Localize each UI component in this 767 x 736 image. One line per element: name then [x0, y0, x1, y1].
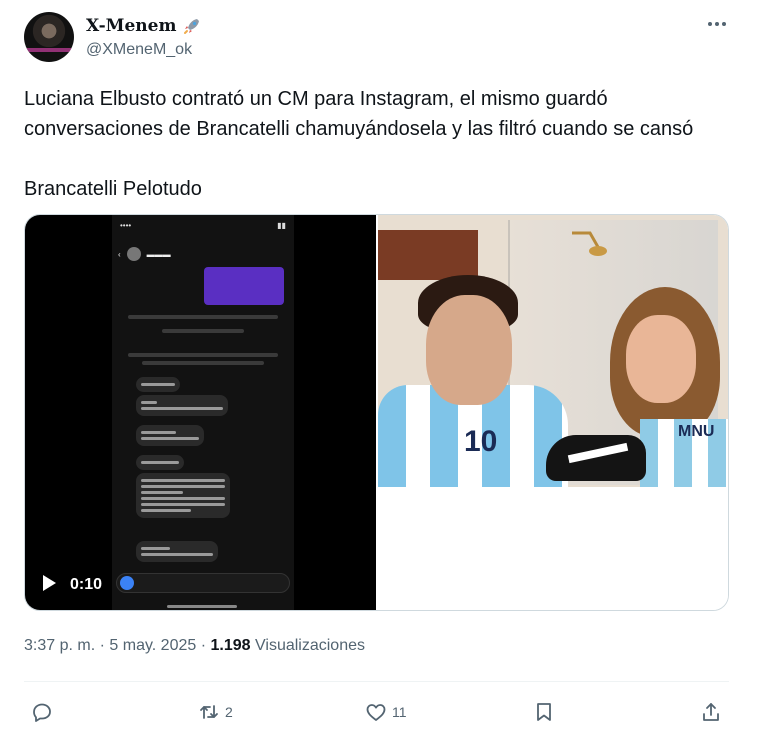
photo-shower-head [572, 231, 607, 256]
author-name-row: X-Menem [86, 16, 202, 36]
divider [24, 681, 729, 682]
bookmark-icon [537, 703, 551, 721]
video-bubble [136, 377, 180, 392]
bookmark-button[interactable] [532, 700, 556, 724]
share-button[interactable] [699, 700, 723, 724]
share-icon [703, 703, 719, 721]
video-shared-post [204, 267, 284, 305]
video-homebar [167, 605, 237, 608]
retweet-button[interactable]: 2 [197, 700, 233, 724]
like-button[interactable]: 11 [364, 700, 407, 724]
tweet: X-Menem @XMeneM_ok Luciana Elbusto contr… [0, 0, 767, 736]
more-icon-dot [715, 22, 719, 26]
tweet-paragraph: Brancatelli Pelotudo [24, 178, 202, 200]
video-system-line [128, 353, 278, 357]
photo[interactable]: MNU 10 [378, 215, 728, 487]
tweet-text: Luciana Elbusto contrató un CM para Inst… [24, 84, 739, 204]
meta-separator: · [99, 637, 105, 654]
tweet-time[interactable]: 3:37 p. m. [24, 637, 95, 654]
photo-blank [378, 487, 728, 610]
media-grid: •••• ▮▮ ‹ ▬▬▬ 0:10 MNU 10 [24, 214, 729, 611]
display-name[interactable]: X-Menem [86, 16, 176, 36]
video-bubble [136, 455, 184, 470]
views-count[interactable]: 1.198 [211, 637, 251, 654]
more-icon-dot [722, 22, 726, 26]
video-phone-header: ‹ ▬▬▬ [112, 241, 294, 267]
like-count: 11 [392, 704, 407, 720]
video-bubble [136, 473, 230, 518]
video-bubble [136, 541, 218, 562]
reply-button[interactable] [30, 700, 58, 724]
more-button[interactable] [703, 14, 731, 34]
video-player[interactable]: •••• ▮▮ ‹ ▬▬▬ 0:10 [25, 215, 376, 610]
photo-man-head [426, 295, 512, 405]
rocket-icon [182, 16, 202, 36]
video-composer [116, 573, 290, 593]
video-frame: •••• ▮▮ ‹ ▬▬▬ [112, 215, 294, 610]
photo-boot [546, 435, 646, 481]
retweet-icon [200, 705, 218, 719]
video-system-line [162, 329, 244, 333]
tweet-meta: 3:37 p. m. · 5 may. 2025 · 1.198 Visuali… [24, 637, 365, 655]
photo-woman-face [626, 315, 696, 403]
photo-shirt-number: 10 [464, 425, 498, 458]
video-phone-status: •••• ▮▮ [120, 221, 286, 230]
like-icon [366, 704, 386, 721]
avatar[interactable] [24, 12, 74, 62]
retweet-count: 2 [225, 704, 233, 720]
video-bubble [136, 425, 204, 446]
photo-top-text: MNU [678, 423, 715, 440]
reply-icon [33, 703, 51, 722]
meta-separator: · [200, 637, 207, 654]
video-time: 0:10 [70, 576, 103, 593]
more-icon [708, 22, 712, 26]
tweet-paragraph: Luciana Elbusto contrató un CM para Inst… [24, 88, 694, 140]
video-system-line [128, 315, 278, 319]
tweet-date[interactable]: 5 may. 2025 [109, 637, 196, 654]
photo-mirror [378, 230, 478, 280]
video-system-line [142, 361, 264, 365]
views-label: Visualizaciones [255, 637, 365, 654]
play-icon[interactable] [43, 575, 57, 591]
handle[interactable]: @XMeneM_ok [86, 41, 192, 59]
video-bubble [136, 395, 228, 416]
